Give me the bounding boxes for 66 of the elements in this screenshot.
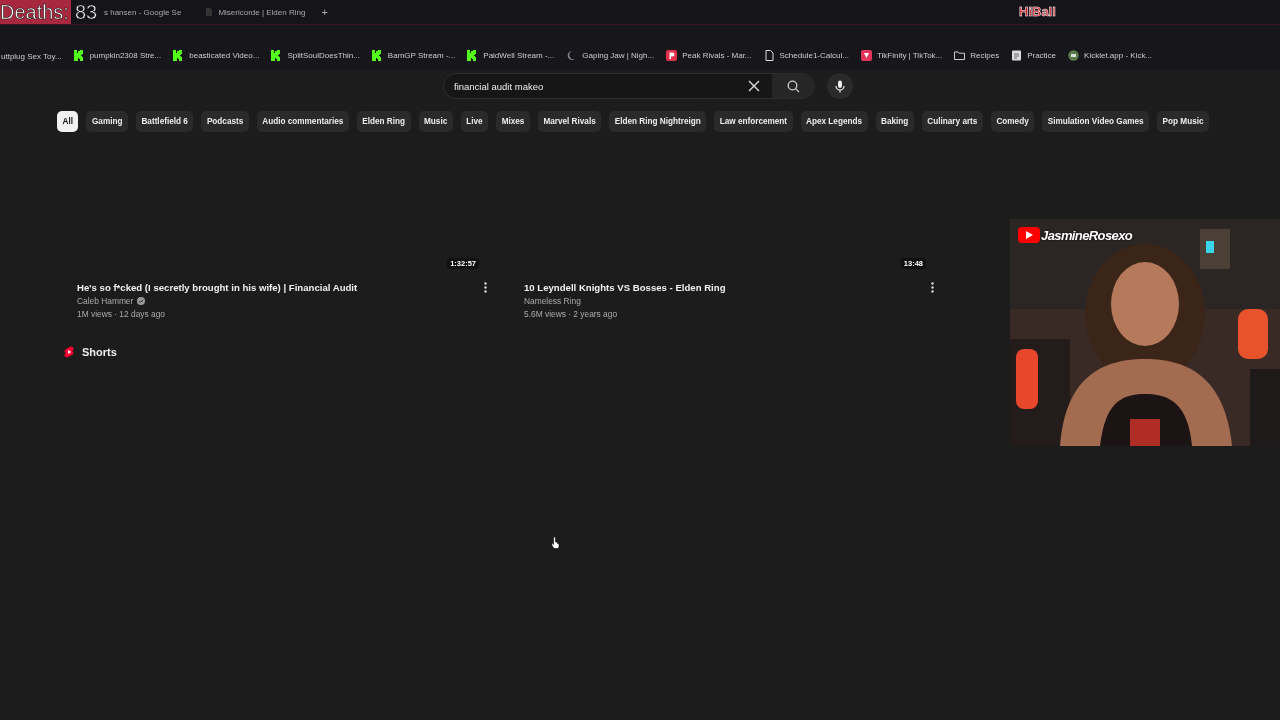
bookmark[interactable]: pumpkin2308 Stre... (73, 50, 162, 61)
filter-chip[interactable]: Live (460, 111, 489, 132)
microphone-icon (835, 79, 845, 93)
death-counter: Deaths: 83 (0, 0, 98, 24)
video-meta: 5.6M views · 2 years ago (524, 309, 619, 319)
filter-chip[interactable]: Elden Ring Nightreign (609, 111, 707, 132)
microphone-button[interactable] (827, 73, 853, 99)
search-icon (786, 79, 800, 93)
more-icon[interactable] (931, 282, 934, 293)
overlay-tag: HiBall (1019, 4, 1056, 19)
bookmark[interactable]: Schedule1-Calcul... (763, 50, 849, 61)
video-title[interactable]: 10 Leyndell Knights VS Bosses - Elden Ring (524, 282, 726, 293)
bookmark[interactable]: Recipes (954, 50, 1000, 61)
bookmark[interactable]: Peak Rivals - Mar... (666, 50, 752, 61)
page-icon (205, 7, 214, 17)
filter-chip[interactable]: Elden Ring (356, 111, 411, 132)
channel-name: JasmineRosexo (1041, 227, 1133, 243)
filter-chip[interactable]: Marvel Rivals (537, 111, 602, 132)
more-icon[interactable] (484, 282, 487, 293)
filter-chip[interactable]: Battlefield 6 (135, 111, 194, 132)
filter-chip[interactable]: Culinary arts (921, 111, 983, 132)
bookmark[interactable]: BamGP Stream -... (371, 50, 456, 61)
filter-chip[interactable]: Podcasts (201, 111, 249, 132)
bookmark[interactable]: SplitSoulDoesThin... (271, 50, 360, 61)
new-tab-button[interactable]: + (321, 6, 328, 18)
search-button[interactable] (772, 74, 814, 98)
video-title[interactable]: He's so f*cked (I secretly brought in his wife) | Financial Audit (77, 282, 358, 293)
filter-chip[interactable]: Audio commentaries (256, 111, 349, 132)
clear-icon[interactable] (748, 80, 760, 92)
search-field[interactable]: financial audit makeo (443, 73, 815, 99)
filter-chip[interactable]: Pop Music (1157, 111, 1210, 132)
kick-logo-icon (73, 50, 85, 61)
channel-name[interactable]: Nameless Ring (524, 296, 581, 306)
notepad-icon (1011, 50, 1023, 61)
document-icon (763, 50, 775, 61)
filter-chip[interactable]: Baking (875, 111, 914, 132)
folder-icon (954, 50, 966, 61)
filter-chip[interactable]: Comedy (990, 111, 1035, 132)
filter-chip[interactable]: Gaming (86, 111, 128, 132)
kick-logo-icon (173, 50, 185, 61)
bookmark[interactable]: uttplug Sex Toy... (1, 52, 62, 61)
channel-name[interactable]: Caleb Hammer (77, 296, 134, 306)
browser-tab[interactable]: s hansen - Google Se (104, 0, 190, 24)
hand-cursor-icon (551, 537, 560, 549)
play-logo-icon (1018, 227, 1040, 243)
filter-chip[interactable]: Music (418, 111, 453, 132)
p-logo-icon (666, 50, 678, 61)
kick-logo-icon (271, 50, 283, 61)
browser-tab[interactable]: Misericorde | Elden Ring (197, 0, 314, 24)
video-meta: 1M views · 12 days ago (77, 309, 166, 319)
bookmark[interactable]: TikFinity | TikTok... (860, 50, 943, 61)
shorts-icon (64, 346, 74, 358)
kick-logo-icon (371, 50, 383, 61)
filter-chip[interactable]: Apex Legends (800, 111, 868, 132)
filter-chip[interactable]: Law enforcement (714, 111, 793, 132)
filter-chip[interactable]: Simulation Video Games (1042, 111, 1150, 132)
kick-logo-icon (467, 50, 479, 61)
bookmark[interactable]: Kicklet.app - Kick... (1068, 50, 1153, 61)
bookmark[interactable]: PaidWell Stream -... (467, 50, 555, 61)
section-title: Shorts (82, 346, 117, 358)
filter-chip[interactable]: All (57, 111, 79, 132)
bookmark[interactable]: Practice (1011, 50, 1057, 61)
bookmark[interactable]: beasticated Video... (173, 50, 260, 61)
filter-chip[interactable]: Mixes (496, 111, 530, 132)
bookmark[interactable]: Gaping Jaw | Nigh... (566, 50, 655, 61)
robot-logo-icon (1068, 50, 1080, 61)
